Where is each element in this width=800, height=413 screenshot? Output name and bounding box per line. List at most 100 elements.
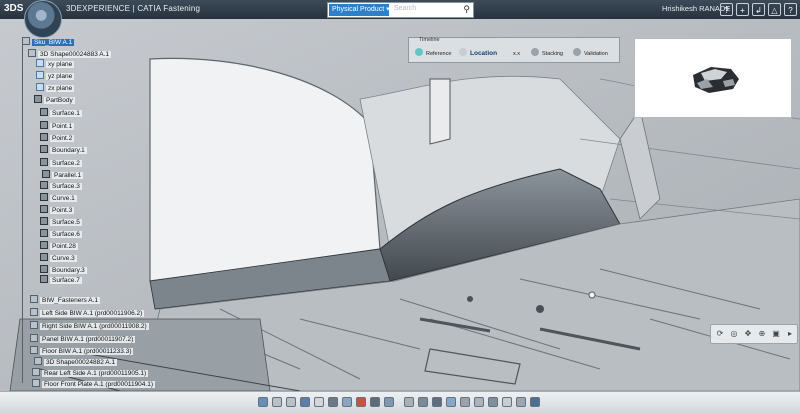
compass-icon[interactable] — [24, 0, 62, 38]
tree-node-label: Surface.6 — [50, 231, 82, 238]
measure-icon[interactable] — [328, 397, 338, 407]
redo-icon[interactable] — [286, 397, 296, 407]
tree-node-label: Point.2 — [50, 135, 75, 142]
help-icon[interactable]: ? — [784, 3, 797, 16]
timeline-step-reference[interactable]: Reference — [415, 48, 451, 60]
tree-node[interactable]: PartBody — [34, 95, 75, 105]
tree-node[interactable]: 3D Shape00024883 A.1 — [28, 49, 112, 59]
geometry-icon — [34, 95, 42, 103]
top-bar: 3DS 3DEXPERIENCE | CATIA Fastening Physi… — [0, 0, 800, 19]
ds-logo: 3DS — [4, 3, 24, 14]
product-icon — [30, 334, 38, 342]
timeline-title: Timeline — [419, 37, 440, 43]
tree-node-label: Curve.1 — [50, 195, 77, 202]
tree-node-label: Surface.2 — [50, 160, 82, 167]
tools-icon[interactable] — [432, 397, 442, 407]
tree-node[interactable]: zx plane — [36, 83, 75, 93]
analysis-icon[interactable] — [460, 397, 470, 407]
tree-node-label: xy plane — [46, 61, 75, 68]
timeline-step-stacking[interactable]: Stacking — [531, 48, 563, 60]
settings-icon[interactable] — [516, 397, 526, 407]
geometry-icon — [40, 145, 48, 153]
add-icon[interactable]: + — [736, 3, 749, 16]
question-icon[interactable]: ? — [720, 3, 733, 16]
tree-node-label: Point.28 — [50, 243, 78, 250]
settings-icon[interactable]: △ — [768, 3, 781, 16]
tree-node[interactable]: yz plane — [36, 71, 75, 81]
app-title: 3DEXPERIENCE | CATIA Fastening — [66, 4, 201, 13]
tree-node[interactable]: Point.28 — [40, 241, 78, 251]
geometry-icon — [40, 241, 48, 249]
publish-icon[interactable] — [474, 397, 484, 407]
tree-node-label: Left Side BIW A.1 (prd00011906.2) — [40, 310, 145, 317]
rotate-icon[interactable]: ⟳ — [715, 329, 725, 339]
tree-node[interactable]: Surface.6 — [40, 229, 82, 239]
timeline-step-location[interactable]: Location — [459, 48, 497, 60]
geometry-icon — [40, 133, 48, 141]
expand-icon[interactable] — [530, 397, 540, 407]
tree-node[interactable]: Panel BIW A.1 (prd00011907.2) — [30, 334, 136, 344]
tree-node[interactable]: Point.1 — [40, 121, 75, 131]
tree-node[interactable]: Surface.2 — [40, 158, 82, 168]
zoom-icon[interactable]: ⊕ — [757, 329, 767, 339]
spot-weld-icon[interactable] — [370, 397, 380, 407]
glue-icon[interactable] — [418, 397, 428, 407]
report-icon[interactable] — [488, 397, 498, 407]
car-preview-thumbnail — [693, 67, 739, 93]
more-icon[interactable]: ▸ — [785, 329, 795, 339]
pan-icon[interactable]: ✥ — [743, 329, 753, 339]
tree-node[interactable]: BIW_Fasteners A.1 — [30, 295, 100, 305]
copy-icon[interactable] — [300, 397, 310, 407]
bolt-icon[interactable] — [404, 397, 414, 407]
tree-node[interactable]: Rear Left Side A.1 (prd00011905.1) — [32, 368, 149, 378]
fit-all-icon[interactable]: ◎ — [729, 329, 739, 339]
tree-node[interactable]: Floor Front Plate A.1 (prd00011904.1) — [32, 379, 155, 389]
tree-node-label: Right Side BIW A.1 (prd00011908.2) — [40, 323, 149, 330]
search-scope-dropdown[interactable]: Physical Product ▾ — [329, 4, 390, 16]
tree-node[interactable]: Parallel.1 — [42, 170, 84, 180]
tree-node[interactable]: Left Side BIW A.1 (prd00011906.2) — [30, 308, 145, 318]
check-icon[interactable] — [446, 397, 456, 407]
tree-node[interactable]: xy plane — [36, 59, 75, 69]
paste-icon[interactable] — [314, 397, 324, 407]
timeline-step-validation[interactable]: Validation — [573, 48, 608, 60]
tree-node-label: Sku_BIW A.1 — [32, 39, 75, 46]
tree-node-label: BIW_Fasteners A.1 — [40, 297, 100, 304]
product-icon — [30, 321, 38, 329]
tree-node[interactable]: Surface.5 — [40, 217, 82, 227]
tree-connector — [22, 45, 23, 383]
tree-node[interactable]: Boundary.3 — [40, 265, 87, 275]
tree-node[interactable]: Right Side BIW A.1 (prd00011908.2) — [30, 321, 149, 331]
preview-window[interactable] — [634, 38, 792, 118]
tree-node[interactable]: Sku_BIW A.1 — [22, 37, 75, 47]
tree-node[interactable]: Surface.3 — [40, 181, 82, 191]
tree-node[interactable]: Point.2 — [40, 133, 75, 143]
view-mode-icon[interactable]: ▣ — [771, 329, 781, 339]
share-icon[interactable]: ↲ — [752, 3, 765, 16]
seam-icon[interactable] — [384, 397, 394, 407]
search-box[interactable]: Physical Product ▾ Search ⚲ — [327, 2, 474, 18]
reference-icon — [415, 48, 423, 56]
section-icon[interactable] — [342, 397, 352, 407]
tree-node[interactable]: Surface.1 — [40, 108, 82, 118]
select-icon[interactable] — [258, 397, 268, 407]
tree-node[interactable]: Point.3 — [40, 205, 75, 215]
tree-node[interactable]: Curve.1 — [40, 193, 77, 203]
tree-node-label: zx plane — [46, 85, 75, 92]
undo-icon[interactable] — [272, 397, 282, 407]
tree-node-label: Surface.1 — [50, 110, 82, 117]
fastener-icon[interactable] — [356, 397, 366, 407]
tree-node-label: Panel BIW A.1 (prd00011907.2) — [40, 336, 136, 343]
more-tools-icon[interactable] — [502, 397, 512, 407]
tree-node[interactable]: Floor BIW A.1 (prd00011233.3) — [30, 346, 134, 356]
plane-icon — [36, 71, 44, 79]
tree-node[interactable]: 3D Shape00024882 A.1 — [34, 357, 118, 367]
tree-node-label: yz plane — [46, 73, 75, 80]
product-icon — [34, 357, 42, 365]
tree-node[interactable]: Surface.7 — [40, 275, 82, 285]
tree-node-label: Surface.7 — [50, 277, 82, 284]
tree-node[interactable]: Curve.3 — [40, 253, 77, 263]
tree-node[interactable]: Boundary.1 — [40, 145, 87, 155]
search-input[interactable]: Search — [394, 5, 416, 12]
search-icon[interactable]: ⚲ — [463, 4, 470, 15]
